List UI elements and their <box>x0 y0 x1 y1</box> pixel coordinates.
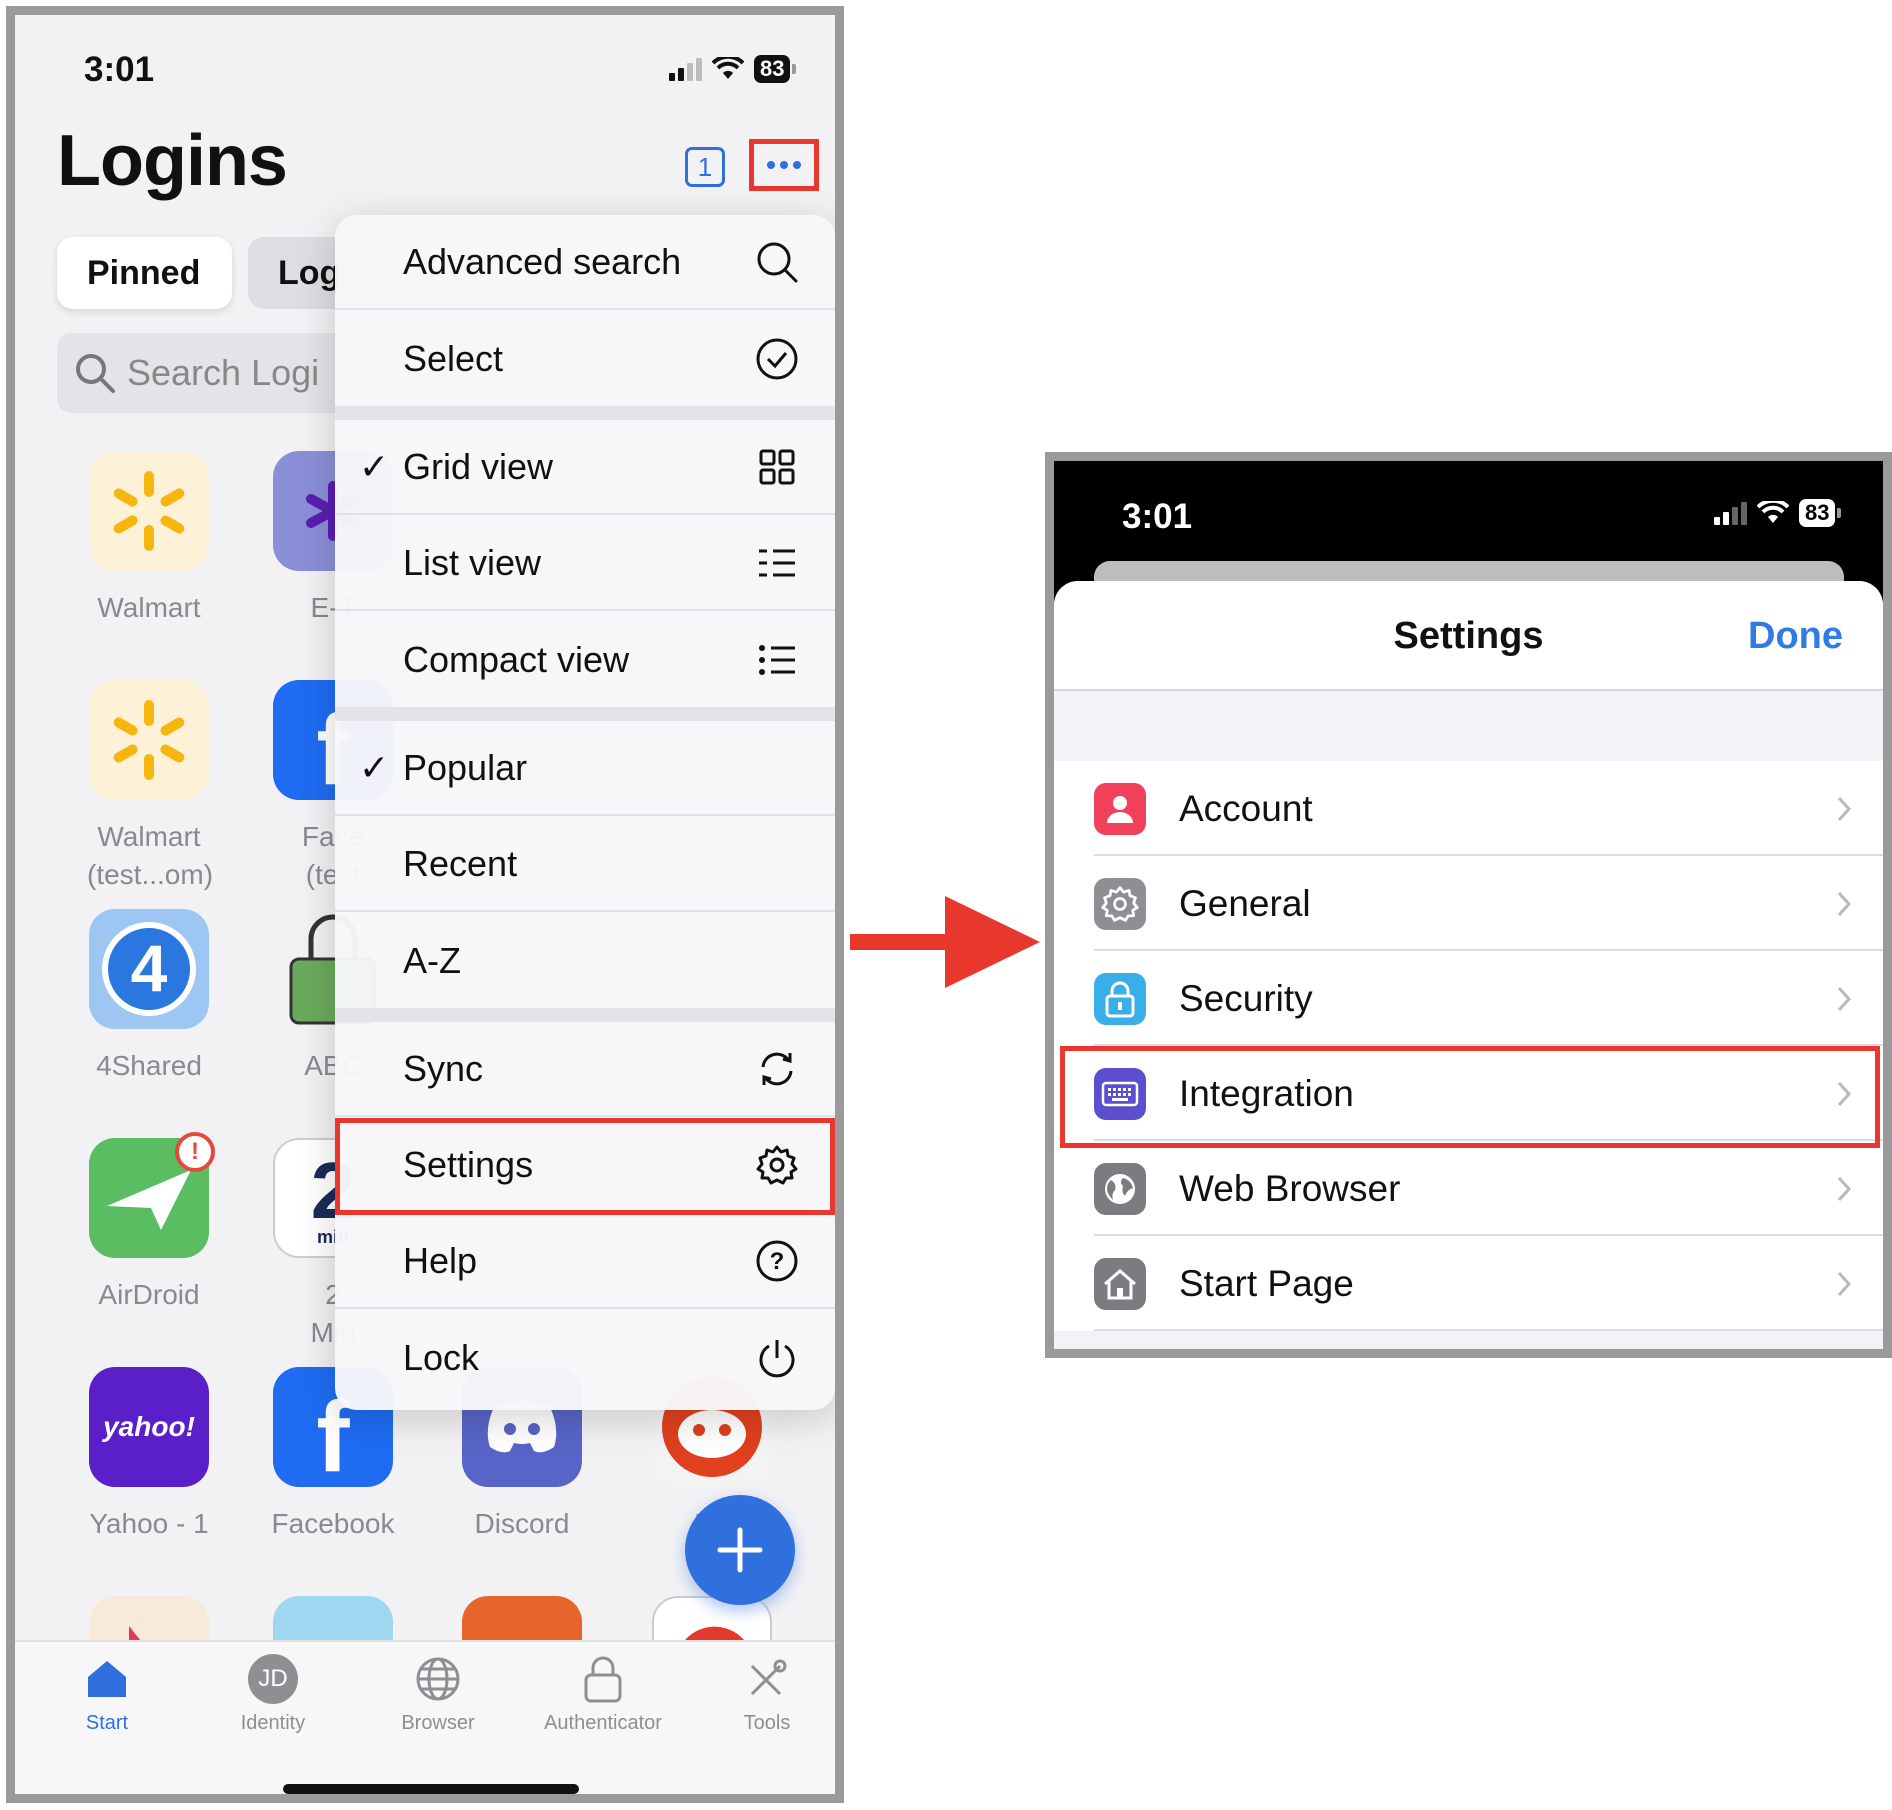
right-phone-screen: 3:01 83 Settings Done Account General Se… <box>1045 452 1892 1358</box>
tools-icon <box>750 1659 787 1696</box>
menu-item-recent[interactable]: Recent <box>335 817 835 912</box>
yahoo-icon: yahoo! <box>89 1367 209 1487</box>
app-tile-walmart[interactable]: Walmart <box>87 451 211 627</box>
svg-text:4: 4 <box>131 931 168 1005</box>
app-tile-4shared[interactable]: 4 4Shared <box>87 909 211 1085</box>
avatar: JD <box>248 1654 298 1704</box>
walmart-icon <box>89 451 209 571</box>
house-icon <box>1094 1257 1146 1310</box>
chevron-right-icon <box>1837 986 1852 1011</box>
globe-icon <box>1094 1162 1146 1215</box>
cellular-signal-icon <box>669 57 702 81</box>
left-phone-screen: 3:01 83 Logins 1 Pinned Log Search Logi <box>6 6 844 1803</box>
menu-item-advanced-search[interactable]: Advanced search <box>335 215 835 310</box>
list-icon <box>759 549 795 576</box>
ellipsis-icon <box>767 161 775 169</box>
tab-identity[interactable]: JD Identity <box>193 1654 353 1735</box>
app-label: Walmart (test...om) <box>87 821 214 890</box>
chevron-right-icon <box>1837 1176 1852 1201</box>
app-label: Discord <box>474 1508 570 1539</box>
settings-sheet: Settings Done Account General Security I… <box>1054 581 1883 1349</box>
page-title: Logins <box>57 121 288 201</box>
menu-item-select[interactable]: Select <box>335 311 835 406</box>
app-label: Yahoo - 1 <box>89 1508 209 1539</box>
status-time: 3:01 <box>1122 497 1193 536</box>
app-label: Facebook <box>271 1508 395 1539</box>
plus-icon <box>717 1527 763 1573</box>
search-icon <box>757 242 798 282</box>
menu-item-popular[interactable]: ✓ Popular <box>335 721 835 816</box>
padlock-icon <box>1094 972 1146 1025</box>
battery-level: 83 <box>1799 499 1836 527</box>
menu-item-grid-view[interactable]: ✓ Grid view <box>335 420 835 515</box>
lock-icon <box>584 1656 622 1703</box>
chevron-right-icon <box>1837 891 1852 916</box>
grid-icon <box>759 449 795 484</box>
question-circle-icon: ? <box>756 1240 798 1281</box>
battery-icon: 83 <box>1799 499 1842 527</box>
wifi-icon <box>1757 501 1789 523</box>
done-button[interactable]: Done <box>1748 615 1843 658</box>
settings-row-account[interactable]: Account <box>1054 761 1883 856</box>
battery-icon: 83 <box>754 55 797 83</box>
more-options-button[interactable] <box>749 139 819 191</box>
arrow-right-icon <box>850 896 1040 988</box>
sync-icon <box>761 1052 793 1085</box>
checkmark-circle-icon <box>756 338 798 379</box>
menu-item-help[interactable]: Help ? <box>335 1214 835 1309</box>
app-label: AirDroid <box>98 1279 200 1310</box>
status-icons: 83 <box>1714 499 1842 527</box>
settings-row-general[interactable]: General <box>1054 856 1883 951</box>
gear-icon <box>1094 877 1146 930</box>
options-menu: Advanced search Select ✓ Grid view List … <box>335 215 835 1410</box>
add-button[interactable] <box>685 1495 795 1605</box>
status-time: 3:01 <box>84 50 155 89</box>
cellular-signal-icon <box>1714 501 1747 525</box>
tab-tools[interactable]: Tools <box>687 1654 835 1735</box>
chevron-right-icon <box>1837 1271 1852 1296</box>
menu-item-a-z[interactable]: A-Z <box>335 913 835 1008</box>
tab-browser[interactable]: Browser <box>358 1654 518 1735</box>
warning-badge-icon: ! <box>175 1132 215 1172</box>
settings-row-start-page[interactable]: Start Page <box>1054 1236 1883 1331</box>
menu-item-lock[interactable]: Lock <box>335 1310 835 1405</box>
power-icon <box>759 1339 795 1377</box>
wifi-icon <box>712 57 744 79</box>
svg-text:?: ? <box>770 1248 785 1275</box>
search-icon <box>76 354 115 393</box>
tab-authenticator[interactable]: Authenticator <box>523 1654 683 1735</box>
globe-icon <box>416 1657 460 1701</box>
app-tile-airdroid[interactable]: ! AirDroid <box>87 1132 215 1314</box>
airdroid-icon: ! <box>89 1132 215 1258</box>
tab-start[interactable]: Start <box>27 1654 187 1735</box>
checkmark-icon: ✓ <box>359 445 390 487</box>
walmart-icon <box>89 680 209 800</box>
4shared-icon: 4 <box>89 909 209 1029</box>
filter-tab-pinned[interactable]: Pinned <box>57 237 232 309</box>
menu-item-sync[interactable]: Sync <box>335 1022 835 1117</box>
menu-item-compact-view[interactable]: Compact view <box>335 612 835 707</box>
home-icon <box>88 1661 126 1697</box>
app-label: Walmart <box>97 592 201 623</box>
checkmark-icon: ✓ <box>359 746 390 788</box>
compact-list-icon <box>759 644 795 675</box>
tab-counter-button[interactable]: 1 <box>685 147 725 187</box>
integration-highlight-box <box>1060 1046 1880 1148</box>
settings-highlight-box <box>335 1118 835 1215</box>
app-tile-walmart-test[interactable]: Walmart (test...om) <box>87 680 214 894</box>
app-tile-yahoo[interactable]: yahoo! Yahoo - 1 <box>87 1367 211 1543</box>
home-indicator <box>283 1784 579 1794</box>
settings-row-web-browser[interactable]: Web Browser <box>1054 1141 1883 1236</box>
sheet-header: Settings Done <box>1054 581 1883 691</box>
tab-bar: Start JD Identity Browser Authenticator … <box>15 1640 835 1794</box>
person-icon <box>1094 782 1146 835</box>
settings-row-security[interactable]: Security <box>1054 951 1883 1046</box>
app-label: 4Shared <box>96 1050 202 1081</box>
chevron-right-icon <box>1837 796 1852 821</box>
menu-item-list-view[interactable]: List view <box>335 516 835 611</box>
battery-level: 83 <box>754 55 791 83</box>
status-icons: 83 <box>669 55 797 83</box>
